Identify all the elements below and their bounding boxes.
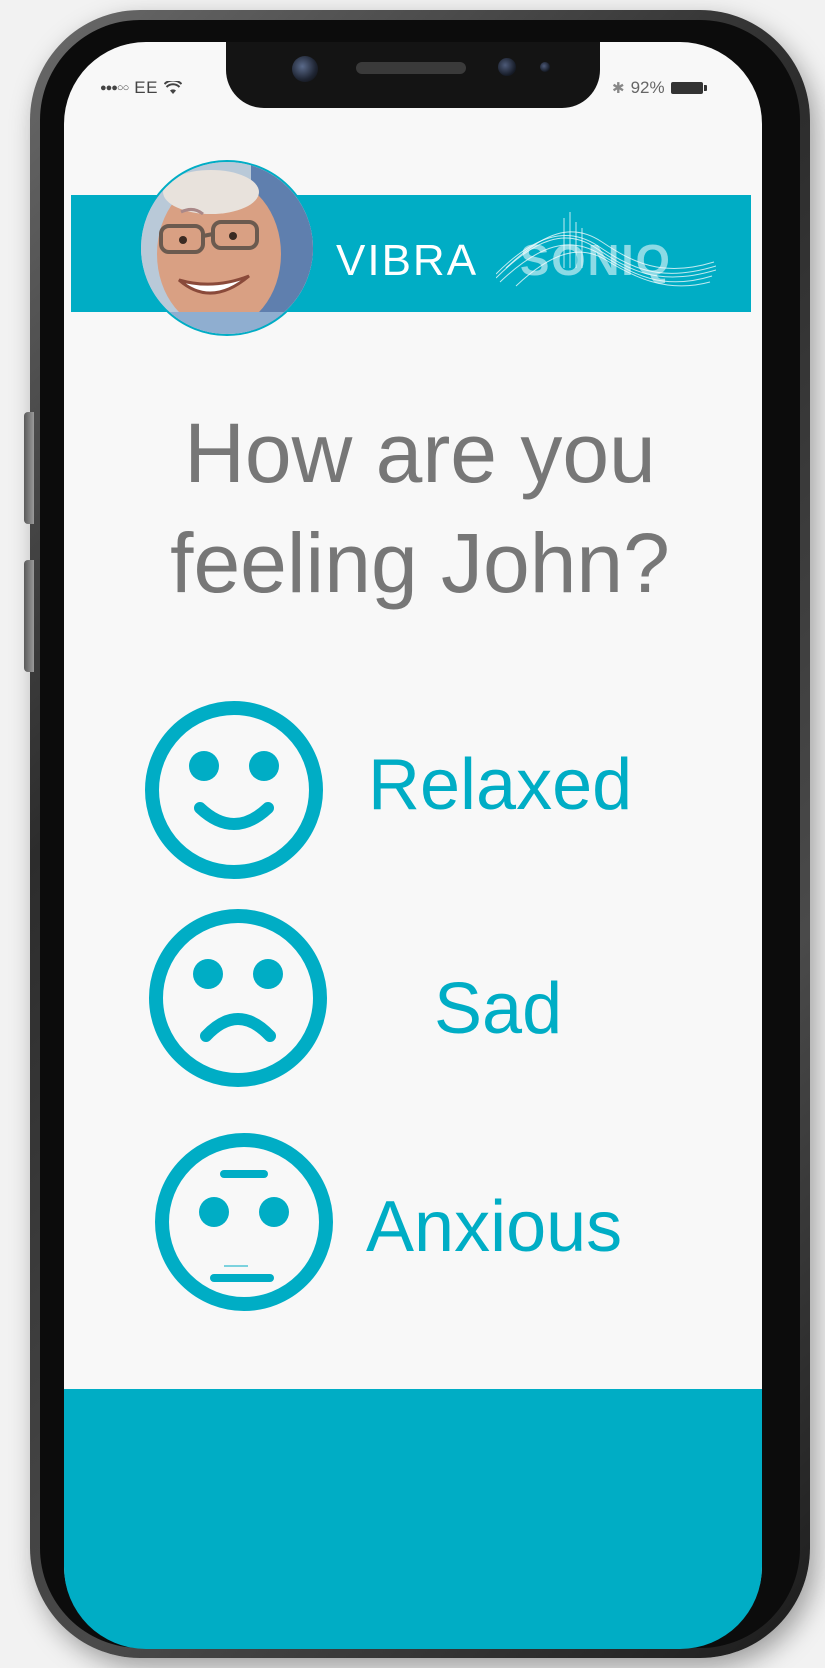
anxious-face-icon — [155, 1133, 333, 1311]
bluetooth-icon: ✱ — [612, 80, 625, 97]
mood-option-sad[interactable]: Sad — [120, 906, 740, 1096]
logo-text-vibra: VIBRA — [336, 236, 479, 285]
logo-text-soniq: SONIQ — [520, 236, 672, 285]
status-bar-left: ●●●○○ EE — [100, 78, 182, 98]
mood-option-anxious[interactable]: Anxious — [120, 1130, 740, 1320]
avatar-photo — [141, 162, 313, 334]
earpiece-speaker — [356, 62, 466, 74]
mood-question: How are you feeling John? — [100, 398, 740, 618]
carrier-name: EE — [134, 78, 158, 97]
avatar[interactable] — [139, 160, 315, 336]
mood-label-anxious: Anxious — [366, 1187, 623, 1267]
phone-mockup: ●●●○○ EE ✱ 92% VIBRA SONIQ How are you f… — [0, 0, 825, 1668]
happy-face-icon — [145, 701, 323, 879]
volume-down-button — [24, 560, 34, 672]
question-line-2: feeling John? — [170, 516, 670, 610]
proximity-sensor-icon — [540, 62, 550, 72]
mood-label-sad: Sad — [434, 969, 563, 1049]
bottom-bar — [64, 1389, 762, 1649]
volume-up-button — [24, 412, 34, 524]
question-line-1: How are you — [184, 406, 656, 500]
vibrasoniq-logo: VIBRA SONIQ — [336, 212, 716, 292]
phone-notch — [226, 42, 600, 108]
front-camera-icon — [292, 56, 318, 82]
battery-icon — [670, 82, 707, 94]
status-bar-right: ✱ 92% — [612, 78, 707, 98]
signal-strength-icon: ●●●○○ — [100, 82, 129, 94]
wifi-icon — [163, 81, 182, 94]
mood-option-relaxed[interactable]: Relaxed — [120, 698, 740, 888]
battery-percentage: 92% — [630, 78, 665, 97]
sensor-icon — [498, 58, 516, 76]
sad-face-icon — [149, 909, 327, 1087]
mood-label-relaxed: Relaxed — [368, 745, 633, 825]
